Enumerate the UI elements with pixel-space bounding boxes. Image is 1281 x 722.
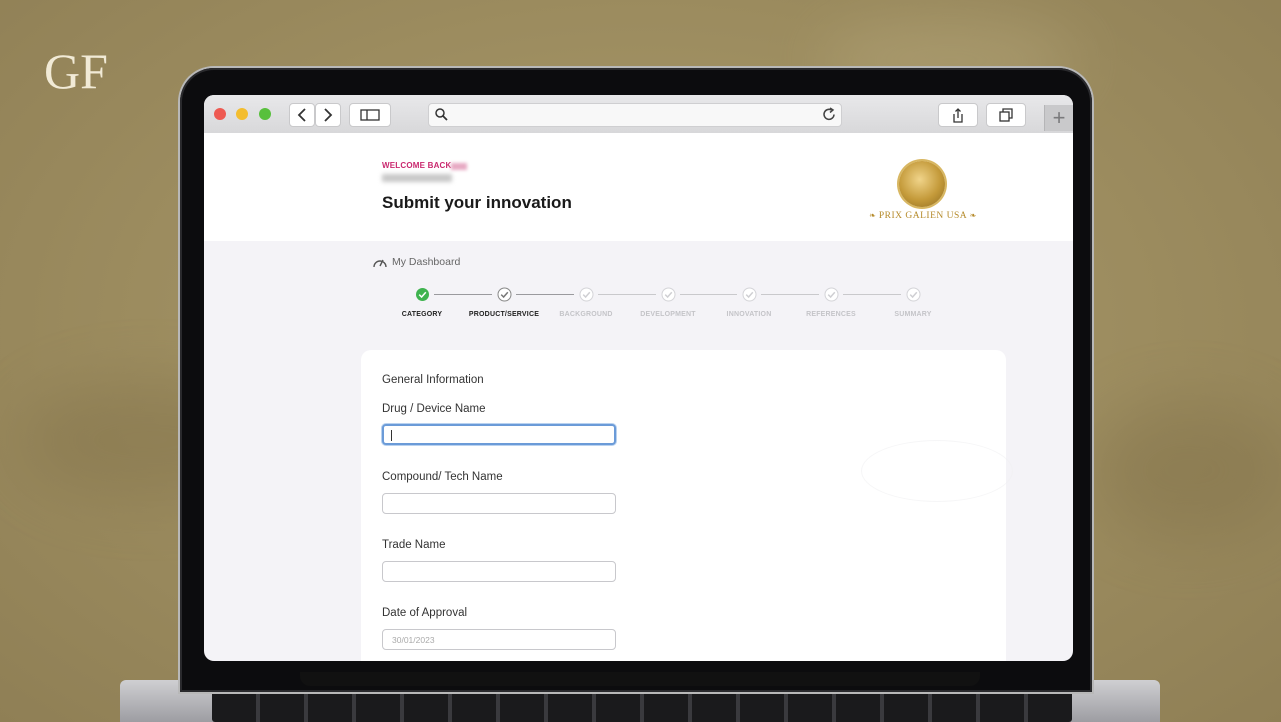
share-icon	[953, 107, 963, 123]
close-window-button[interactable]	[214, 108, 226, 120]
welcome-label: WELCOME BACK	[382, 161, 452, 170]
step-connector	[516, 294, 574, 295]
background-blob	[1090, 400, 1281, 540]
browser-window: + WELCOME BACK Submit your innovation ❧ …	[204, 95, 1073, 661]
date-of-approval-input[interactable]: 30/01/2023	[382, 629, 616, 650]
step-summary-check-icon	[906, 287, 920, 302]
my-dashboard-label: My Dashboard	[392, 256, 461, 268]
page-header: WELCOME BACK Submit your innovation ❧ PR…	[204, 133, 1073, 241]
trade-name-input[interactable]	[382, 561, 616, 582]
step-connector	[598, 294, 656, 295]
back-button[interactable]	[289, 103, 315, 127]
redacted-user-detail	[382, 174, 452, 182]
prix-galien-medal-logo	[899, 161, 945, 207]
tabs-overview-button[interactable]	[986, 103, 1026, 127]
step-innovation-check-icon	[742, 287, 756, 302]
step-connector	[843, 294, 901, 295]
new-tab-button[interactable]: +	[1044, 105, 1073, 131]
drug-device-name-label: Drug / Device Name	[382, 403, 486, 415]
speedometer-icon	[373, 259, 387, 268]
text-caret	[391, 430, 392, 441]
share-button[interactable]	[938, 103, 978, 127]
form-card: General Information Drug / Device Name C…	[361, 350, 1013, 661]
step-label[interactable]: SUMMARY	[894, 311, 931, 318]
tabs-icon	[999, 108, 1013, 122]
organization-label: PRIX GALIEN USA	[878, 211, 968, 221]
browser-toolbar: +	[204, 95, 1073, 134]
step-category-check-icon	[415, 288, 429, 301]
gf-logo-text: GF	[44, 43, 108, 99]
chevron-right-icon	[324, 108, 333, 122]
step-references-check-icon	[824, 287, 838, 302]
step-label[interactable]: REFERENCES	[806, 311, 856, 318]
minimize-window-button[interactable]	[236, 108, 248, 120]
step-label[interactable]: BACKGROUND	[559, 311, 612, 318]
address-bar[interactable]	[428, 103, 842, 127]
step-label[interactable]: CATEGORY	[402, 311, 443, 318]
section-title: General Information	[382, 374, 484, 386]
my-dashboard-link[interactable]: My Dashboard	[372, 256, 460, 268]
compound-tech-name-label: Compound/ Tech Name	[382, 471, 503, 483]
step-development-check-icon	[661, 287, 675, 302]
step-background-check-icon	[579, 287, 593, 302]
sidebar-icon	[360, 109, 380, 121]
trade-name-label: Trade Name	[382, 539, 446, 551]
laptop-keyboard	[212, 688, 1072, 722]
step-connector	[680, 294, 737, 295]
step-connector	[761, 294, 819, 295]
laptop-hinge	[300, 672, 980, 686]
compound-tech-name-input[interactable]	[382, 493, 616, 514]
page-title: Submit your innovation	[382, 193, 572, 212]
sidebar-button[interactable]	[349, 103, 391, 127]
search-icon	[435, 108, 448, 121]
step-label[interactable]: INNOVATION	[727, 311, 772, 318]
redacted-username	[451, 163, 467, 170]
zoom-window-button[interactable]	[259, 108, 271, 120]
forward-button[interactable]	[315, 103, 341, 127]
step-label[interactable]: PRODUCT/SERVICE	[469, 311, 539, 318]
step-label[interactable]: DEVELOPMENT	[640, 311, 695, 318]
step-connector	[434, 294, 492, 295]
step-product-service-check-icon	[497, 287, 511, 302]
date-placeholder: 30/01/2023	[392, 635, 435, 645]
progress-stepper: CATEGORY PRODUCT/SERVICE BACKGROUND DEVELOP…	[204, 281, 1073, 321]
reload-icon[interactable]	[822, 107, 837, 122]
decorative-watermark	[861, 440, 1013, 502]
gf-logo: GF	[44, 43, 108, 99]
chevron-left-icon	[297, 108, 306, 122]
date-of-approval-label: Date of Approval	[382, 607, 468, 619]
organization-name: ❧ PRIX GALIEN USA ❧	[869, 211, 977, 221]
drug-device-name-input[interactable]	[382, 424, 616, 445]
